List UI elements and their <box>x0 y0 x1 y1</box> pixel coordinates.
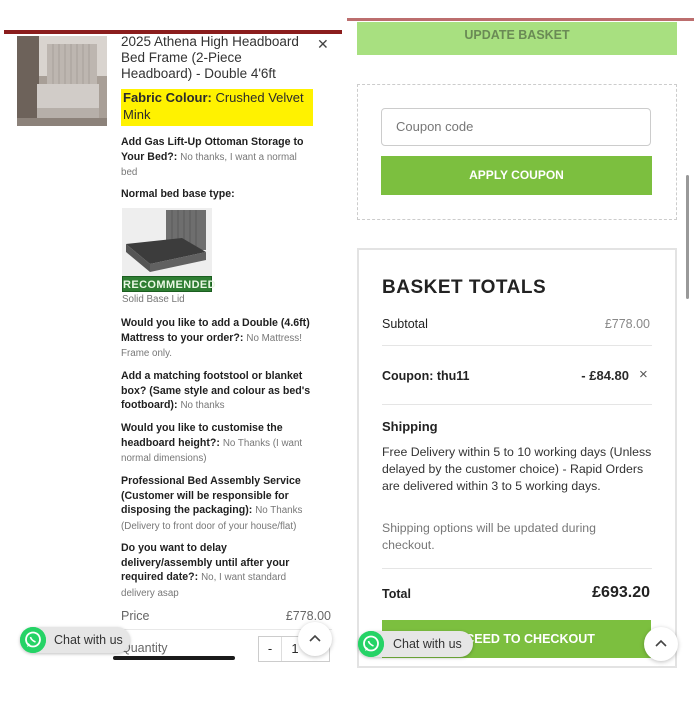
chat-label[interactable]: Chat with us <box>54 633 123 647</box>
chevron-up-icon <box>309 634 321 642</box>
option-delay-delivery: Do you want to delay delivery/assembly u… <box>121 541 313 601</box>
divider <box>382 345 652 346</box>
option-headboard-height: Would you like to customise the headboar… <box>121 421 313 467</box>
chat-widget[interactable]: Chat with us <box>358 631 473 657</box>
price-row: Price £778.00 <box>121 609 331 623</box>
chat-widget[interactable]: Chat with us <box>20 627 130 653</box>
coupon-box <box>357 84 677 220</box>
product-title[interactable]: 2025 Athena High Headboard Bed Frame (2-… <box>121 34 311 82</box>
subtotal-value: £778.00 <box>604 317 650 331</box>
scrollbar[interactable] <box>686 175 689 299</box>
option-question: Normal bed base type: <box>121 188 235 200</box>
shipping-label: Shipping <box>382 419 438 434</box>
remove-coupon-icon[interactable]: × <box>639 366 648 383</box>
chevron-up-icon <box>655 639 667 647</box>
order-item-panel: 2025 Athena High Headboard Bed Frame (2-… <box>0 0 347 713</box>
chat-label[interactable]: Chat with us <box>393 637 462 651</box>
divider <box>382 404 652 405</box>
option-assembly: Professional Bed Assembly Service (Custo… <box>121 474 313 534</box>
product-image[interactable] <box>17 36 107 126</box>
scroll-to-top-button[interactable] <box>644 627 678 661</box>
scroll-to-top-button[interactable] <box>298 622 332 656</box>
fabric-colour-highlight: Fabric Colour: Crushed Velvet Mink <box>121 89 313 126</box>
option-mattress: Would you like to add a Double (4.6ft) M… <box>121 316 313 362</box>
close-icon[interactable]: ✕ <box>317 36 329 53</box>
coupon-discount-value: - £84.80 <box>581 368 629 383</box>
total-label: Total <box>382 587 411 601</box>
option-ottoman: Add Gas Lift-Up Ottoman Storage to Your … <box>121 135 313 181</box>
basket-panel: UPDATE BASKET Coupon code APPLY COUPON B… <box>347 0 694 713</box>
header-bar <box>347 18 694 21</box>
basket-totals-title: BASKET TOTALS <box>382 277 547 298</box>
home-indicator <box>113 656 235 660</box>
shipping-description: Free Delivery within 5 to 10 working day… <box>382 445 652 493</box>
whatsapp-icon[interactable] <box>358 631 384 657</box>
whatsapp-icon[interactable] <box>20 627 46 653</box>
option-answer: No thanks <box>180 400 225 411</box>
fabric-colour-label: Fabric Colour: <box>123 90 212 105</box>
coupon-label: Coupon: thu11 <box>382 369 470 383</box>
shipping-note: Shipping options will be updated during … <box>382 521 596 552</box>
total-value: £693.20 <box>592 584 650 601</box>
divider <box>382 568 652 569</box>
apply-coupon-button[interactable]: APPLY COUPON <box>381 156 652 195</box>
coupon-input[interactable]: Coupon code <box>381 108 651 146</box>
option-footstool: Add a matching footstool or blanket box?… <box>121 369 313 414</box>
quantity-decrease-button[interactable]: - <box>259 637 282 661</box>
subtotal-label: Subtotal <box>382 317 428 331</box>
update-basket-button[interactable]: UPDATE BASKET <box>357 22 677 55</box>
option-base-type: Normal bed base type: <box>121 187 313 202</box>
price-value: £778.00 <box>285 609 331 623</box>
base-caption: Solid Base Lid <box>122 294 185 305</box>
recommended-badge: RECOMMENDED <box>122 276 216 292</box>
price-label: Price <box>121 609 150 623</box>
